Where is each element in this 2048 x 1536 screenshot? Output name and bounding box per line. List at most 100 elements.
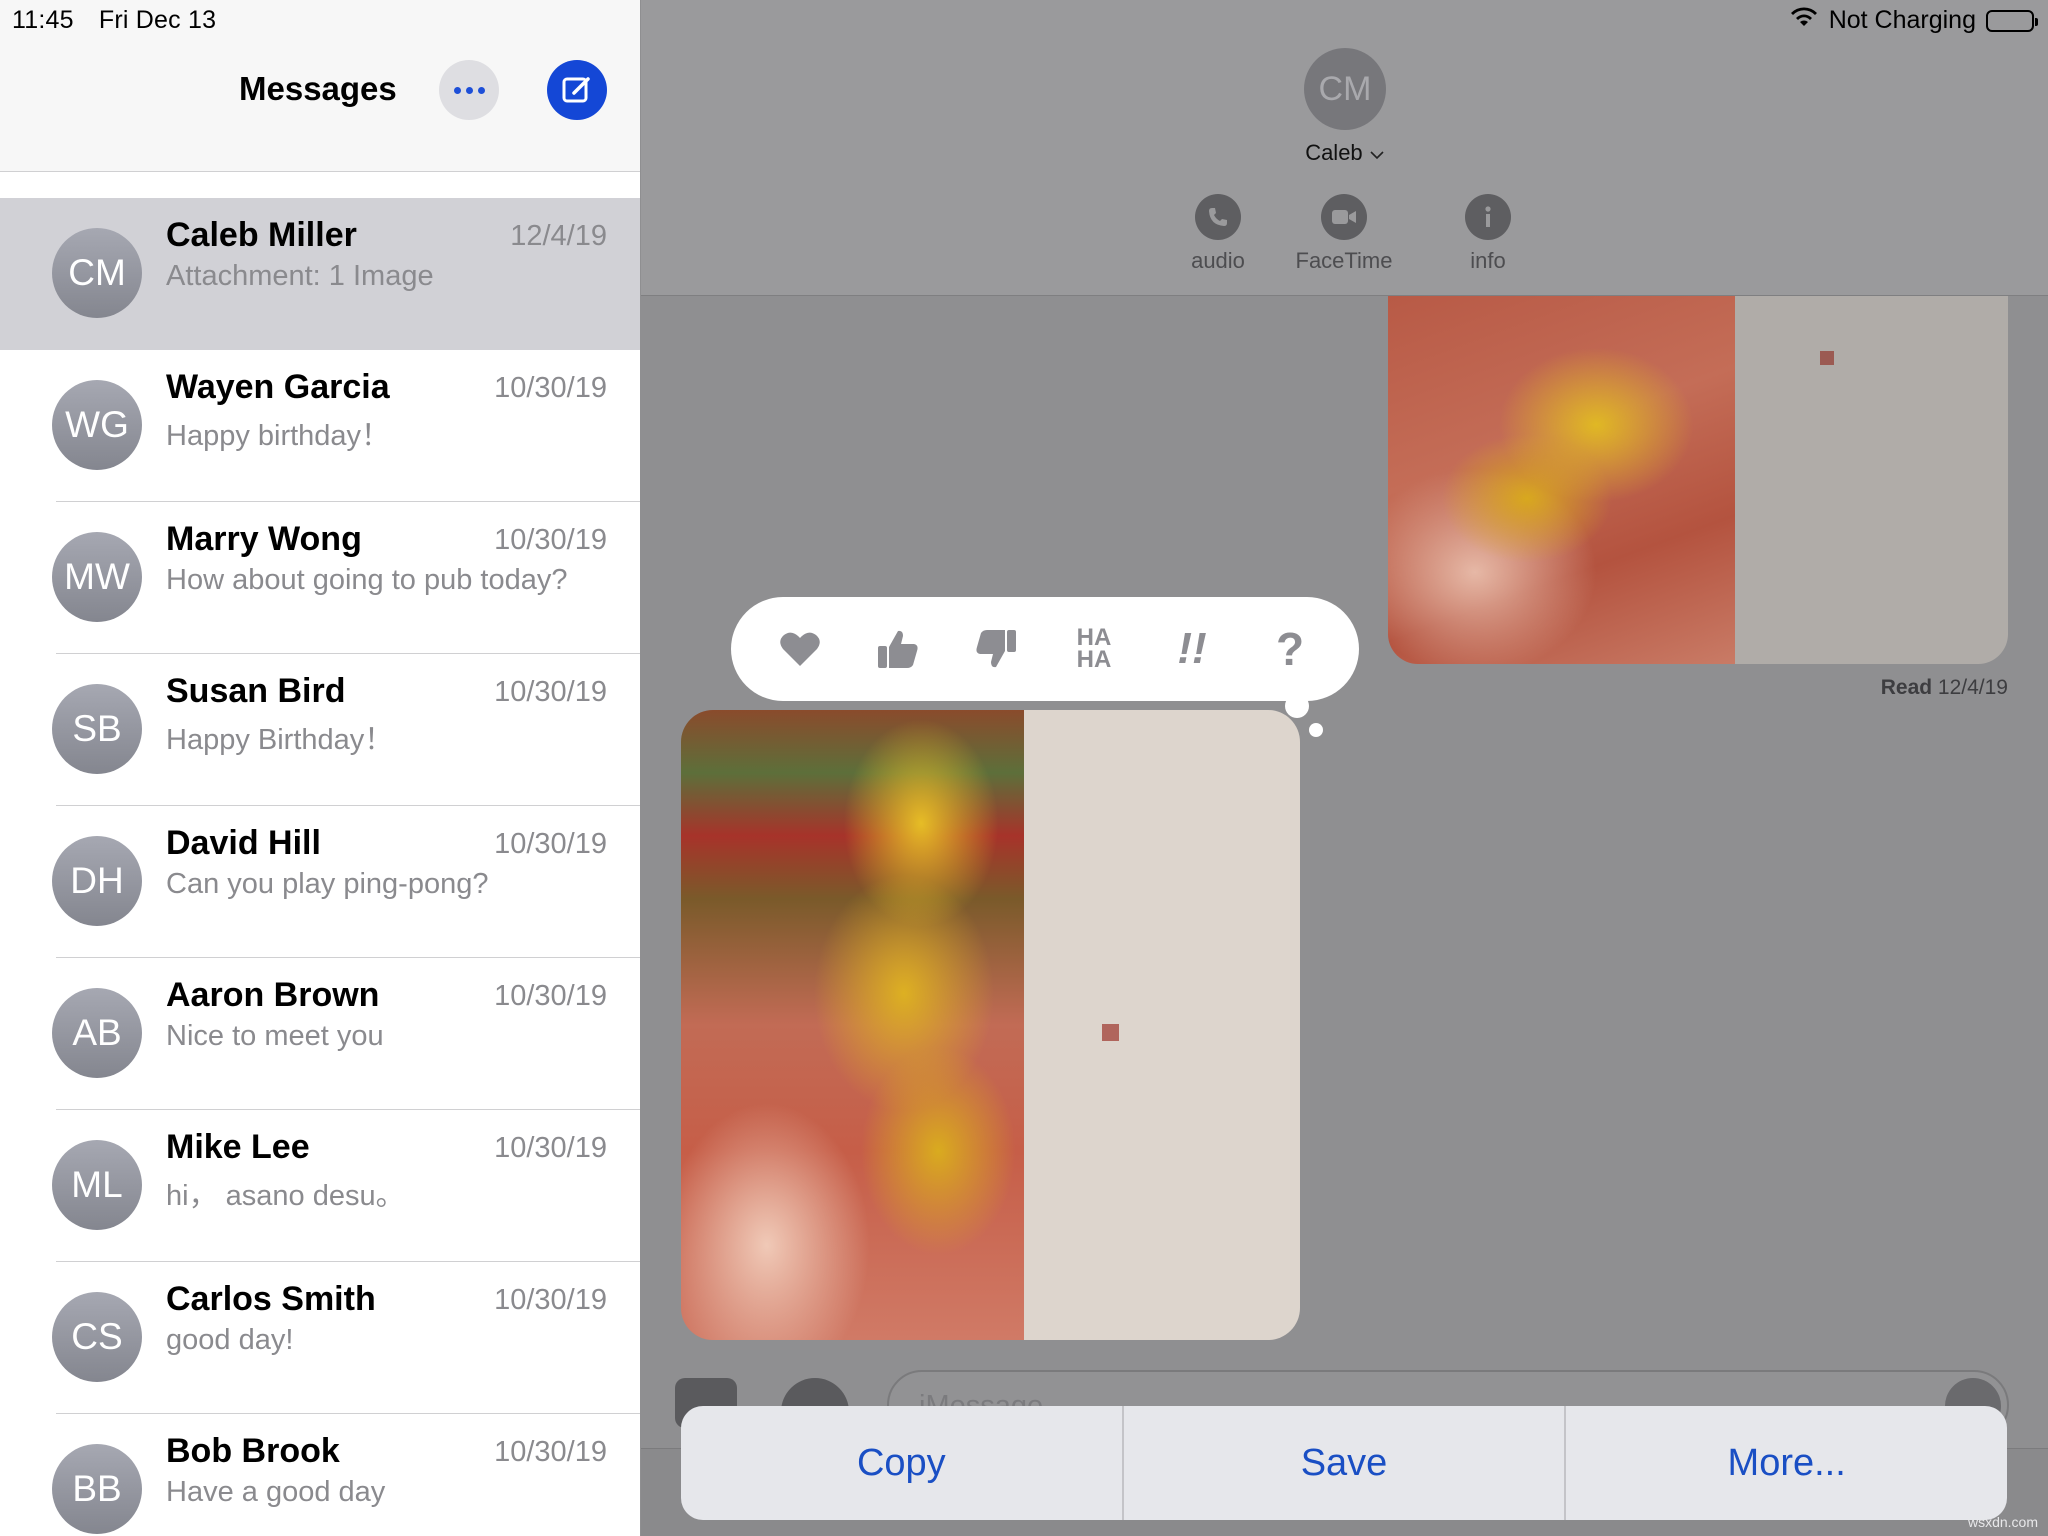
conversation-row[interactable]: AB Aaron Brown 10/30/19 Nice to meet you bbox=[0, 958, 640, 1110]
message-preview: Attachment: 1 Image bbox=[166, 260, 434, 292]
facetime-button[interactable]: FaceTime bbox=[1284, 194, 1404, 274]
conversation-row[interactable]: BB Bob Brook 10/30/19 Have a good day bbox=[0, 1414, 640, 1536]
facetime-label: FaceTime bbox=[1295, 248, 1393, 273]
ellipsis-icon bbox=[453, 86, 461, 94]
message-date: 10/30/19 bbox=[494, 828, 607, 860]
tapback-bar: HA HA !! ? bbox=[731, 597, 1359, 701]
avatar: MW bbox=[52, 532, 142, 622]
message-preview: Have a good day bbox=[166, 1476, 386, 1508]
conversation-row[interactable]: CM Caleb Miller 12/4/19 Attachment: 1 Im… bbox=[0, 198, 640, 350]
more-button[interactable]: More... bbox=[1566, 1406, 2007, 1520]
phone-icon bbox=[1195, 194, 1241, 240]
compose-icon bbox=[562, 77, 590, 103]
contact-name: Carlos Smith bbox=[166, 1280, 376, 1318]
contact-name-button[interactable]: Caleb bbox=[1304, 140, 1386, 166]
battery-icon bbox=[1986, 9, 2038, 32]
charging-status: Not Charging bbox=[1828, 6, 1976, 34]
more-options-button[interactable] bbox=[439, 60, 499, 120]
received-image-message[interactable] bbox=[681, 710, 1300, 1340]
contact-name: David Hill bbox=[166, 824, 321, 862]
status-time: 11:45 bbox=[12, 6, 74, 34]
message-preview: How about going to pub today? bbox=[166, 564, 568, 596]
image-action-menu: Copy Save More... bbox=[681, 1406, 2007, 1520]
sent-image-message[interactable] bbox=[1388, 296, 2008, 664]
paper-panel bbox=[1023, 710, 1300, 1340]
chevron-down-icon bbox=[1369, 140, 1385, 165]
conversation-row[interactable]: ML Mike Lee 10/30/19 hi， asano desu。 bbox=[0, 1110, 640, 1262]
contact-name-label: Caleb bbox=[1305, 140, 1363, 165]
message-date: 10/30/19 bbox=[494, 676, 607, 708]
avatar: DH bbox=[52, 836, 142, 926]
paper-panel bbox=[1735, 296, 2008, 664]
haha-label: HA HA bbox=[1076, 624, 1112, 673]
conversation-row[interactable]: DH David Hill 10/30/19 Can you play ping… bbox=[0, 806, 640, 958]
conversation-row[interactable]: CS Carlos Smith 10/30/19 good day! bbox=[0, 1262, 640, 1414]
message-preview: Happy birthday！ bbox=[166, 420, 391, 452]
avatar: AB bbox=[52, 988, 142, 1078]
status-bar-left: 11:45 Fri Dec 13 bbox=[12, 6, 234, 35]
avatar: WG bbox=[52, 380, 142, 470]
message-preview: hi， asano desu。 bbox=[166, 1180, 405, 1212]
message-date: 10/30/19 bbox=[494, 372, 607, 404]
message-date: 12/4/19 bbox=[510, 220, 607, 252]
message-date: 10/30/19 bbox=[494, 1284, 607, 1316]
exclamation-icon[interactable]: !! bbox=[1162, 619, 1222, 679]
chat-pane: CM Caleb audio FaceTime info Read 12/4/1… bbox=[641, 0, 2048, 1536]
compose-button[interactable] bbox=[547, 60, 607, 120]
thumbs-up-icon[interactable] bbox=[868, 619, 928, 679]
read-label: Read bbox=[1880, 676, 1933, 699]
audio-call-button[interactable]: audio bbox=[1158, 194, 1278, 274]
ginkgo-photo bbox=[681, 710, 1024, 1340]
chat-header: CM Caleb audio FaceTime info bbox=[641, 0, 2048, 296]
avatar: BB bbox=[52, 1444, 142, 1534]
contact-name: Bob Brook bbox=[166, 1432, 340, 1470]
message-preview: good day! bbox=[166, 1324, 294, 1356]
wifi-icon bbox=[1789, 6, 1819, 35]
exclamation-label: !! bbox=[1177, 624, 1207, 673]
haha-icon[interactable]: HA HA bbox=[1064, 619, 1124, 679]
avatar: SB bbox=[52, 684, 142, 774]
message-preview: Nice to meet you bbox=[166, 1020, 384, 1052]
conversation-row[interactable]: MW Marry Wong 10/30/19 How about going t… bbox=[0, 502, 640, 654]
info-icon bbox=[1465, 194, 1511, 240]
avatar: CM bbox=[52, 228, 142, 318]
conversation-row[interactable]: SB Susan Bird 10/30/19 Happy Birthday！ bbox=[0, 654, 640, 806]
read-receipt: Read 12/4/19 bbox=[1881, 676, 2008, 700]
message-date: 10/30/19 bbox=[494, 980, 607, 1012]
audio-label: audio bbox=[1191, 248, 1245, 273]
video-camera-icon bbox=[1321, 194, 1367, 240]
message-date: 10/30/19 bbox=[494, 1436, 607, 1468]
avatar: CS bbox=[52, 1292, 142, 1382]
contact-name: Marry Wong bbox=[166, 520, 362, 558]
question-label: ? bbox=[1275, 623, 1305, 675]
contact-name: Mike Lee bbox=[166, 1128, 310, 1166]
message-date: 10/30/19 bbox=[494, 1132, 607, 1164]
save-button[interactable]: Save bbox=[1124, 1406, 1567, 1520]
contact-name: Wayen Garcia bbox=[166, 368, 390, 406]
contact-name: Susan Bird bbox=[166, 672, 346, 710]
message-preview: Happy Birthday！ bbox=[166, 724, 394, 756]
watermark: wsxdn.com bbox=[1967, 1514, 2038, 1530]
message-date: 10/30/19 bbox=[494, 524, 607, 556]
heart-icon[interactable] bbox=[770, 619, 830, 679]
message-preview: Can you play ping-pong? bbox=[166, 868, 489, 900]
contact-name: Aaron Brown bbox=[166, 976, 380, 1014]
info-label: info bbox=[1470, 248, 1506, 273]
seal-stamp bbox=[1820, 351, 1835, 365]
ginkgo-photo bbox=[1388, 296, 1736, 664]
info-button[interactable]: info bbox=[1428, 194, 1548, 274]
copy-button[interactable]: Copy bbox=[681, 1406, 1124, 1520]
avatar: ML bbox=[52, 1140, 142, 1230]
conversation-list: CM Caleb Miller 12/4/19 Attachment: 1 Im… bbox=[0, 198, 640, 1536]
conversation-row[interactable]: WG Wayen Garcia 10/30/19 Happy birthday！ bbox=[0, 350, 640, 502]
contact-name: Caleb Miller bbox=[166, 216, 357, 254]
conversation-sidebar: Messages CM Caleb Miller 12/4/19 Attachm… bbox=[0, 0, 640, 1536]
seal-stamp bbox=[1101, 1024, 1119, 1041]
status-date: Fri Dec 13 bbox=[98, 6, 217, 34]
thumbs-down-icon[interactable] bbox=[966, 619, 1026, 679]
status-bar-right: Not Charging bbox=[1789, 6, 2038, 35]
contact-avatar[interactable]: CM bbox=[1304, 48, 1386, 130]
question-icon[interactable]: ? bbox=[1260, 619, 1320, 679]
tapback-tail-dot bbox=[1309, 723, 1323, 737]
sidebar-title: Messages bbox=[239, 70, 397, 107]
